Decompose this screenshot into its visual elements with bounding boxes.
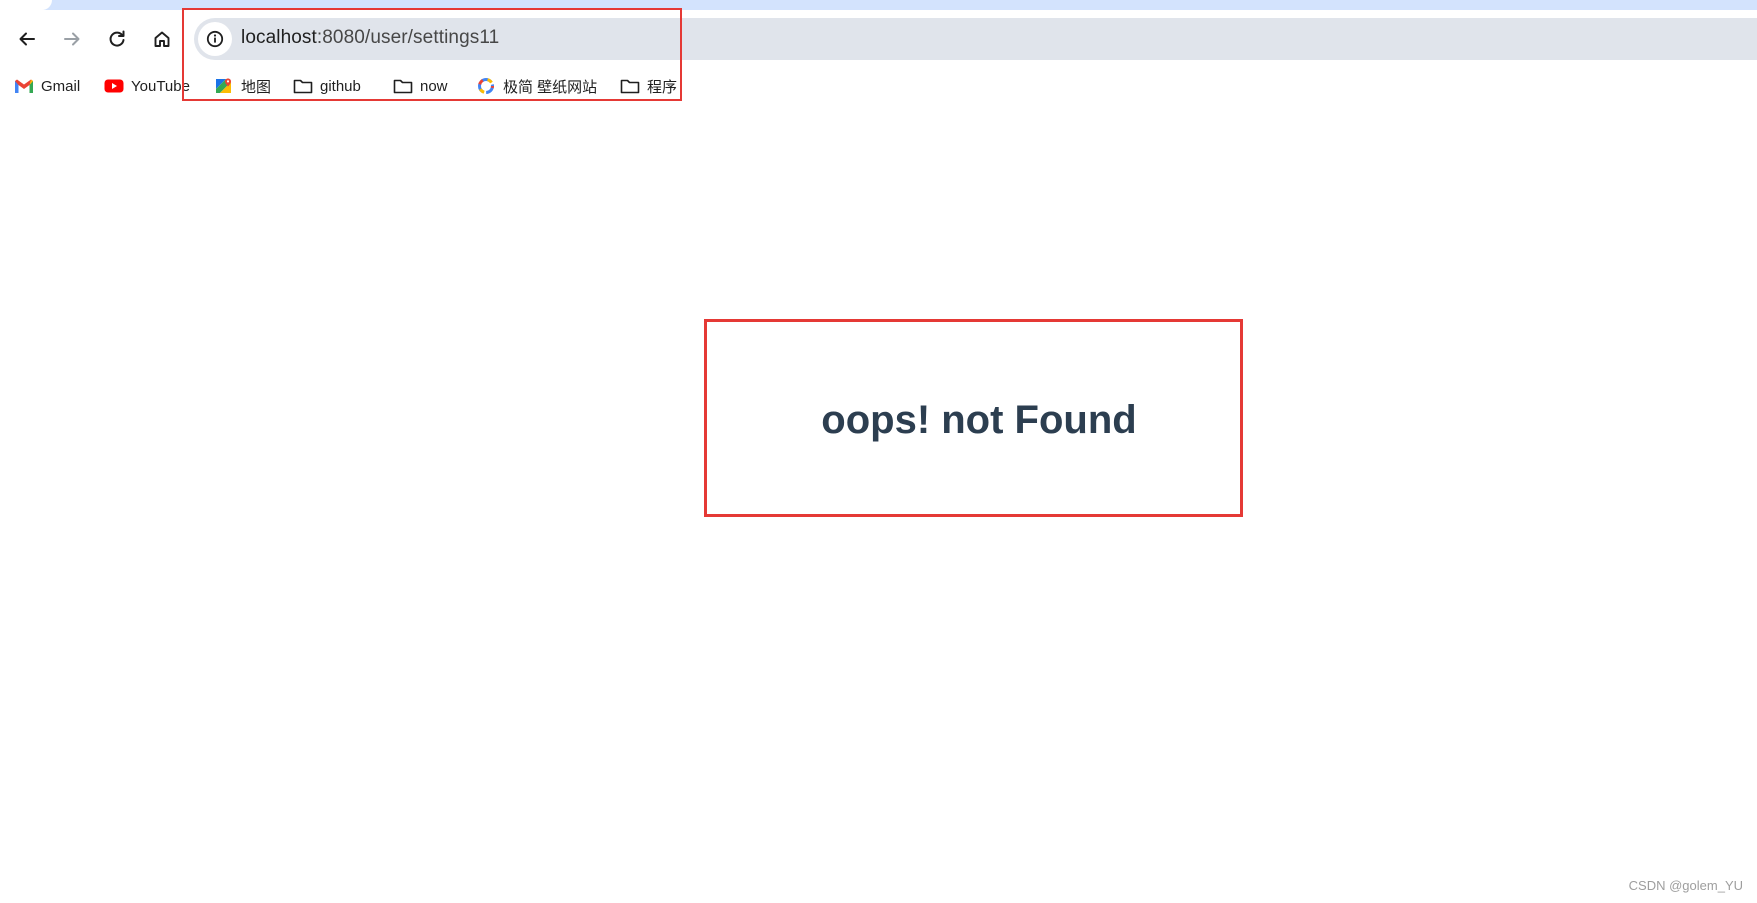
forward-button[interactable]	[56, 23, 88, 55]
active-tab-corner[interactable]	[0, 0, 52, 10]
watermark: CSDN @golem_YU	[1628, 878, 1743, 893]
bookmark-label: now	[420, 77, 448, 95]
site-info-button[interactable]	[198, 22, 232, 56]
folder-icon	[620, 76, 640, 96]
not-found-message: oops! not Found	[821, 398, 1137, 442]
browser-toolbar: localhost:8080/user/settings11	[0, 10, 1757, 68]
reload-button[interactable]	[101, 23, 133, 55]
folder-icon	[293, 76, 313, 96]
bookmarks-bar: Gmail YouTube 地图 github now 极简 壁纸网站 程序	[0, 68, 1757, 104]
bookmark-label: github	[320, 77, 361, 95]
url-text[interactable]: localhost:8080/user/settings11	[241, 27, 499, 49]
wallpaper-site-icon	[476, 76, 496, 96]
url-path: :8080/user/settings11	[316, 27, 500, 48]
home-button[interactable]	[146, 23, 178, 55]
bookmark-label: 地图	[241, 78, 272, 96]
bookmark-folder-github[interactable]: github	[293, 74, 361, 98]
arrow-right-icon	[64, 32, 80, 46]
tab-strip	[0, 0, 1757, 10]
folder-icon	[393, 76, 413, 96]
bookmark-youtube[interactable]: YouTube	[104, 74, 190, 98]
gmail-icon	[14, 76, 34, 96]
youtube-icon	[104, 76, 124, 96]
bookmark-label: 极简 壁纸网站	[503, 78, 598, 96]
bookmark-label: YouTube	[131, 77, 190, 95]
bookmark-folder-now[interactable]: now	[393, 74, 448, 98]
bookmark-label: 程序	[647, 78, 678, 96]
bookmark-wallpaper-site[interactable]: 极简 壁纸网站	[476, 74, 597, 98]
bookmark-gmail[interactable]: Gmail	[14, 74, 80, 98]
info-circle-icon	[206, 30, 224, 48]
reload-icon	[109, 30, 125, 47]
bookmark-label: Gmail	[41, 77, 81, 95]
arrow-left-icon	[19, 32, 35, 46]
bookmark-maps[interactable]: 地图	[214, 74, 271, 98]
address-bar[interactable]: localhost:8080/user/settings11	[194, 18, 1757, 60]
back-button[interactable]	[11, 23, 43, 55]
maps-icon	[214, 76, 234, 96]
url-host: localhost	[241, 27, 317, 48]
home-icon	[154, 31, 170, 47]
bookmark-folder-programs[interactable]: 程序	[620, 74, 677, 98]
